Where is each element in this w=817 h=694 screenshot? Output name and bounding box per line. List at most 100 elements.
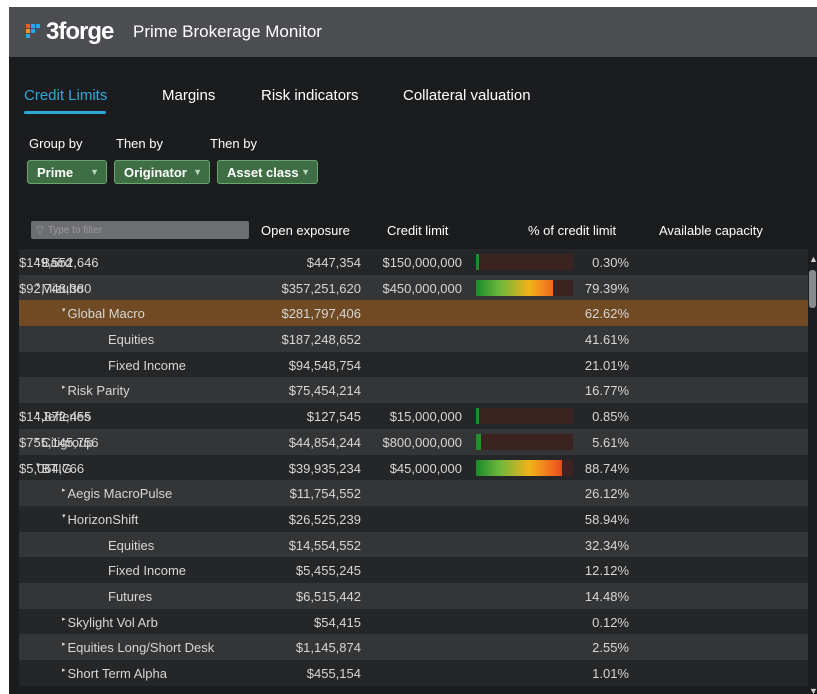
credit-usage-bar	[476, 459, 573, 476]
row-open-exposure: $127,545	[306, 409, 361, 425]
table-row[interactable]: ▾ Global Macro $281,797,406 62.62%	[19, 300, 809, 327]
row-name: ▸ Equities Long/Short Desk	[62, 640, 214, 655]
then-by-select-2[interactable]: Asset class ▼	[217, 160, 318, 184]
row-credit-limit: $150,000,000	[382, 255, 462, 270]
table-row[interactable]: ▸ Skylight Vol Arb $54,415 0.12%	[19, 608, 809, 635]
scroll-thumb[interactable]	[809, 270, 816, 308]
row-name-text: Aegis MacroPulse	[67, 486, 173, 502]
logo-mark-icon	[26, 21, 44, 43]
then-by-label-1: Then by	[116, 136, 163, 151]
row-available-capacity: $149,552,646	[19, 255, 99, 270]
row-pct-credit-limit: 1.01%	[592, 666, 629, 681]
row-pct-credit-limit: 0.85%	[592, 409, 629, 425]
row-name-text: Risk Parity	[67, 383, 130, 399]
row-pct-credit-limit: 32.34%	[584, 537, 629, 553]
row-credit-limit: $15,000,000	[389, 409, 462, 425]
title-bar: 3forge Prime Brokerage Monitor	[9, 7, 817, 57]
row-name: Fixed Income	[108, 358, 186, 373]
row-open-exposure: $447,354	[306, 255, 361, 270]
tab-bar: Credit Limits Margins Risk indicators Co…	[9, 57, 817, 119]
caret-right-icon[interactable]: ▸	[62, 616, 66, 623]
caret-down-icon[interactable]: ▾	[62, 307, 66, 314]
table-row[interactable]: ▸ Equities Long/Short Desk $1,145,874 2.55%	[19, 634, 809, 660]
caret-right-icon[interactable]: ▸	[62, 641, 66, 648]
filter-box[interactable]: ▽	[31, 221, 249, 239]
row-open-exposure: $6,515,442	[295, 588, 361, 604]
table-row[interactable]: Fixed Income $5,455,245 12.12%	[19, 557, 809, 583]
vertical-scrollbar[interactable]: ▲ ▼	[808, 249, 817, 694]
filter-input[interactable]	[47, 224, 228, 236]
caret-right-icon[interactable]: ▸	[62, 667, 66, 674]
table-row[interactable]: Fixed Income $94,548,754 21.01%	[19, 351, 809, 378]
table-row[interactable]: ▾ BTIG $39,935,234 $45,000,000 88.74% $5,064,…	[19, 454, 809, 481]
row-open-exposure: $75,454,214	[288, 383, 361, 399]
table-row[interactable]: ▸ Aegis MacroPulse $11,754,552 26.12%	[19, 480, 809, 506]
row-available-capacity: $92,748,380	[19, 280, 92, 296]
col-open-exposure[interactable]: Open exposure	[261, 223, 350, 238]
row-name-text: Global Macro	[67, 306, 145, 322]
table-row[interactable]: ▸ Short Term Alpha $455,154 1.01%	[19, 660, 809, 686]
group-by-label: Group by	[29, 136, 83, 151]
table-row[interactable]: Equities $14,554,552 32.34%	[19, 531, 809, 558]
caret-down-icon[interactable]: ▾	[62, 513, 66, 520]
row-name-text: Skylight Vol Arb	[67, 614, 158, 630]
table-row[interactable]: ▾ HorizonShift $26,525,239 58.94%	[19, 505, 809, 532]
group-by-select[interactable]: Prime ▼	[27, 160, 107, 184]
tab-credit-limits[interactable]: Credit Limits	[24, 87, 107, 104]
chevron-down-icon: ▼	[301, 167, 310, 177]
row-open-exposure: $5,455,245	[295, 563, 361, 579]
table-row[interactable]: ▸ Jefferies $127,545 $15,000,000 0.85% $14,87…	[19, 403, 809, 429]
table-row[interactable]: ▾ Mizuho $357,251,620 $450,000,000 79.39% $92…	[19, 274, 809, 301]
chevron-down-icon: ▼	[90, 167, 99, 177]
row-pct-credit-limit: 58.94%	[584, 511, 629, 527]
col-available-capacity[interactable]: Available capacity	[659, 223, 763, 238]
credit-usage-bar-fill	[476, 408, 479, 425]
table-body: ▸ Baird $447,354 $150,000,000 0.30% $149,552,…	[19, 249, 809, 686]
row-open-exposure: $1,145,874	[295, 640, 361, 656]
credit-usage-bar-fill	[476, 459, 563, 476]
scroll-up-icon[interactable]: ▲	[809, 254, 817, 264]
table-row[interactable]: ▸ Citigroup $44,854,244 $800,000,000 5.61% $7…	[19, 428, 809, 455]
col-credit-limit[interactable]: Credit limit	[387, 223, 448, 238]
row-name-text: Fixed Income	[108, 563, 187, 579]
row-name: Equities	[108, 332, 154, 347]
row-pct-credit-limit: 0.12%	[592, 614, 629, 630]
tab-margins[interactable]: Margins	[162, 87, 215, 104]
row-name-text: Fixed Income	[108, 357, 187, 373]
row-name: Fixed Income	[108, 563, 186, 578]
chevron-down-icon: ▼	[193, 167, 202, 177]
caret-right-icon[interactable]: ▸	[62, 384, 66, 391]
row-pct-credit-limit: 26.12%	[584, 486, 629, 502]
row-pct-credit-limit: 41.61%	[584, 332, 629, 348]
row-open-exposure: $357,251,620	[281, 280, 361, 296]
tab-risk-indicators[interactable]: Risk indicators	[261, 87, 359, 104]
row-pct-credit-limit: 5.61%	[592, 434, 629, 450]
scroll-down-icon[interactable]: ▼	[809, 686, 817, 694]
logo: 3forge	[26, 20, 114, 44]
row-pct-credit-limit: 14.48%	[584, 588, 629, 604]
row-open-exposure: $281,797,406	[281, 306, 361, 322]
table-row[interactable]: Equities $187,248,652 41.61%	[19, 326, 809, 352]
row-name-text: Futures	[108, 588, 153, 604]
row-name: ▾ Global Macro	[62, 306, 145, 321]
row-name: ▾ HorizonShift	[62, 512, 138, 527]
row-open-exposure: $26,525,239	[288, 511, 361, 527]
then-by-value-1: Originator	[124, 164, 187, 180]
row-name: Equities	[108, 538, 154, 553]
row-name-text: Equities Long/Short Desk	[67, 640, 215, 656]
caret-right-icon[interactable]: ▸	[62, 487, 66, 494]
row-name: ▸ Skylight Vol Arb	[62, 615, 158, 630]
row-credit-limit: $800,000,000	[382, 434, 462, 450]
row-pct-credit-limit: 21.01%	[584, 357, 629, 373]
tab-collateral-valuation[interactable]: Collateral valuation	[403, 87, 531, 104]
then-by-select-1[interactable]: Originator ▼	[114, 160, 210, 184]
row-open-exposure: $455,154	[306, 666, 361, 681]
row-name: ▸ Risk Parity	[62, 383, 130, 398]
col-pct-credit-limit[interactable]: % of credit limit	[528, 223, 616, 238]
table-row[interactable]: ▸ Baird $447,354 $150,000,000 0.30% $149,552,…	[19, 249, 809, 275]
table-row[interactable]: ▸ Risk Parity $75,454,214 16.77%	[19, 377, 809, 404]
table-header: ▽ Open exposure Credit limit % of credit…	[19, 213, 809, 249]
row-pct-credit-limit: 0.30%	[592, 255, 629, 270]
table-row[interactable]: Futures $6,515,442 14.48%	[19, 582, 809, 609]
app-title: Prime Brokerage Monitor	[133, 22, 322, 41]
